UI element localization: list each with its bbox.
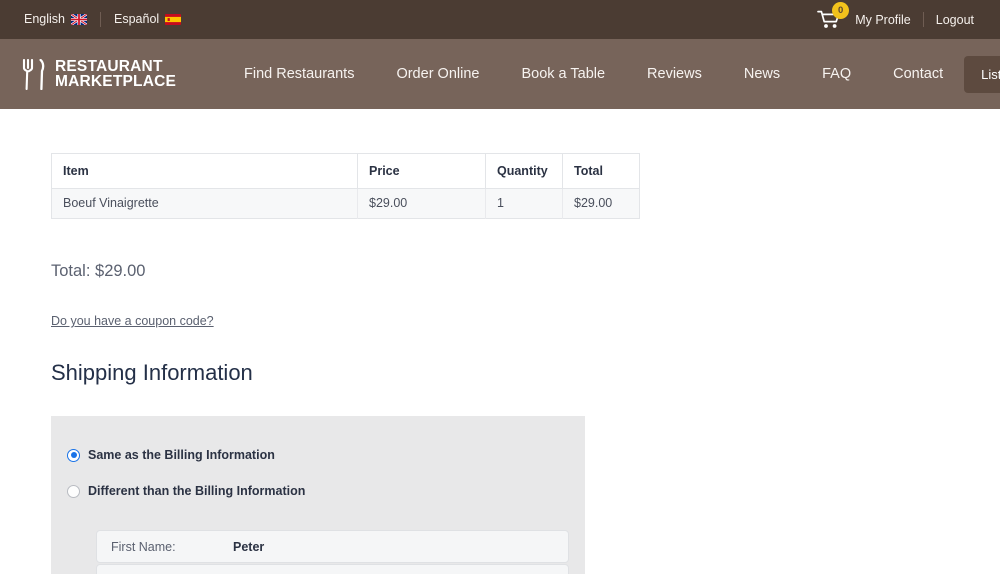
main-navbar: RESTAURANT MARKETPLACE Find Restaurants … [0, 39, 1000, 109]
cart-items-table: Item Price Quantity Total Boeuf Vinaigre… [51, 153, 640, 219]
order-total: Total: $29.00 [51, 262, 146, 280]
language-switcher: English Español [24, 12, 182, 27]
my-profile-link[interactable]: My Profile [855, 13, 911, 27]
cell-item-total: $29.00 [562, 188, 640, 219]
field-row-last-name[interactable]: Last Name: White [96, 564, 569, 574]
radio-unselected-icon[interactable] [67, 484, 80, 498]
nav-item-find-restaurants[interactable]: Find Restaurants [223, 66, 375, 82]
nav-item-reviews[interactable]: Reviews [626, 66, 723, 82]
logo-line-2: MARKETPLACE [55, 73, 177, 90]
cell-item-name: Boeuf Vinaigrette [51, 188, 358, 219]
logout-link[interactable]: Logout [936, 13, 974, 27]
nav-item-contact[interactable]: Contact [872, 66, 964, 82]
nav-item-news[interactable]: News [723, 66, 801, 82]
field-value-first-name: Peter [233, 539, 265, 554]
coupon-code-link[interactable]: Do you have a coupon code? [51, 314, 214, 328]
shipping-option-label-same: Same as the Billing Information [88, 448, 275, 462]
language-option-english[interactable]: English [24, 13, 87, 26]
cart-count-badge: 0 [832, 2, 850, 19]
list-your-restaurant-button[interactable]: List Your Restaurant [964, 55, 1000, 93]
checkout-content: Item Price Quantity Total Boeuf Vinaigre… [0, 109, 1000, 574]
column-header-total: Total [562, 153, 640, 189]
fork-and-knife-icon [22, 58, 45, 90]
page-title: Shipping Information [51, 360, 253, 385]
radio-selected-icon[interactable] [67, 448, 80, 462]
column-header-item: Item [51, 153, 358, 189]
utility-bar: English Español 0 My Profile Logout [0, 0, 1000, 39]
language-option-spanish[interactable]: Español [114, 12, 182, 27]
site-logo[interactable]: RESTAURANT MARKETPLACE [22, 58, 177, 90]
shipping-option-different-than-billing[interactable]: Different than the Billing Information [51, 484, 585, 498]
utility-bar-right: 0 My Profile Logout [817, 2, 974, 29]
language-divider [100, 12, 101, 27]
shipping-fields: First Name: Peter Last Name: White City:… [51, 520, 585, 574]
field-row-first-name[interactable]: First Name: Peter [96, 530, 569, 563]
table-row: Boeuf Vinaigrette $29.00 1 $29.00 [51, 188, 640, 219]
shipping-information-panel: Same as the Billing Information Differen… [51, 416, 585, 574]
logo-text: RESTAURANT MARKETPLACE [55, 59, 177, 90]
cart-button[interactable]: 0 [817, 2, 850, 29]
uk-flag-icon [71, 14, 87, 25]
nav-item-order-online[interactable]: Order Online [375, 66, 500, 82]
nav-item-faq[interactable]: FAQ [801, 66, 872, 82]
nav-item-book-a-table[interactable]: Book a Table [500, 66, 626, 82]
shipping-option-label-different: Different than the Billing Information [88, 484, 306, 498]
field-label-first-name: First Name: [111, 539, 176, 554]
spain-flag-icon [165, 14, 182, 25]
cell-item-quantity: 1 [485, 188, 563, 219]
shipping-option-same-as-billing[interactable]: Same as the Billing Information [51, 448, 585, 462]
table-header-row: Item Price Quantity Total [51, 153, 640, 189]
language-label-english: English [24, 12, 65, 27]
cell-item-price: $29.00 [357, 188, 486, 219]
column-header-quantity: Quantity [485, 153, 563, 189]
language-label-spanish: Español [114, 12, 160, 27]
nav-links: Find Restaurants Order Online Book a Tab… [223, 66, 964, 82]
column-header-price: Price [357, 153, 486, 189]
utility-divider [922, 12, 924, 27]
